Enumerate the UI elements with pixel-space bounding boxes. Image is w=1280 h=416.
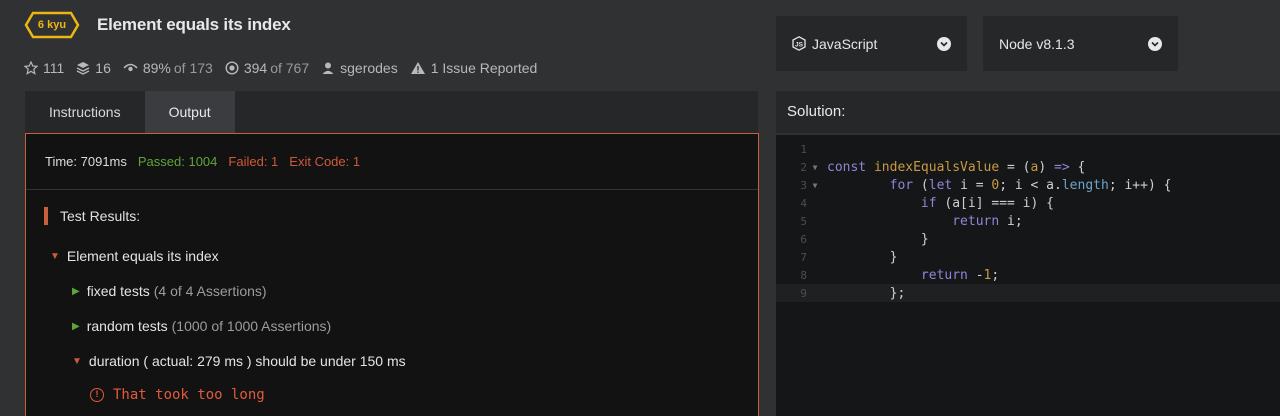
code-line: 7 } (776, 248, 1280, 266)
alert-circle-icon: ! (90, 388, 104, 402)
code-line: 8 return -1; (776, 266, 1280, 284)
passed-count: Passed: 1004 (137, 154, 218, 169)
line-number: 3 (800, 178, 807, 192)
instructions-output-tabs: Instructions Output (25, 91, 758, 133)
test-suite-row[interactable]: ▼ Element equals its index (50, 248, 219, 264)
stars-count: 111 (43, 60, 65, 76)
code-line: 4 if (a[i] === i) { (776, 194, 1280, 212)
code-line-active: 9 }; (776, 284, 1280, 302)
solution-header: Solution: (776, 91, 1280, 133)
line-number: 9 (800, 286, 807, 300)
rank-label: 6 kyu (37, 19, 67, 31)
collections-count: 16 (95, 60, 111, 76)
test-suite-name: Element equals its index (66, 248, 219, 264)
caret-right-icon: ▶ (72, 285, 80, 297)
line-number: 2 (800, 160, 807, 174)
chevron-down-icon (1148, 36, 1162, 51)
completed-stat: 394 of 767 (225, 60, 309, 76)
run-summary: Time: 7091ms Passed: 1004 Failed: 1 Exit… (26, 134, 758, 190)
test-detail: (1000 of 1000 Assertions) (171, 318, 332, 334)
run-time: Time: 7091ms (45, 154, 127, 169)
stars-stat[interactable]: 111 (24, 60, 64, 76)
exit-code: Exit Code: 1 (289, 154, 361, 169)
fold-arrow-icon[interactable]: ▼ (809, 163, 821, 172)
version-label: Node v8.1.3 (999, 35, 1075, 52)
satisfaction-pct: 89% (142, 60, 171, 76)
line-number: 6 (800, 232, 807, 246)
test-name: random tests (86, 318, 168, 334)
heading-accent-bar (44, 207, 48, 225)
author-name: sgerodes (340, 60, 398, 76)
thumbs-up-icon (123, 63, 138, 72)
completed-count: 394 (243, 60, 268, 76)
author-stat[interactable]: sgerodes (321, 60, 398, 76)
collections-stat[interactable]: 16 (76, 60, 111, 76)
issues-text: 1 Issue Reported (430, 60, 538, 76)
tab-output[interactable]: Output (144, 91, 235, 133)
star-icon (24, 61, 38, 75)
line-number: 8 (800, 268, 807, 282)
test-name: duration ( actual: 279 ms ) should be un… (88, 353, 406, 369)
svg-text:JS: JS (795, 42, 804, 49)
target-icon (225, 61, 239, 75)
fold-arrow-icon[interactable]: ▼ (809, 181, 821, 190)
error-message: ! That took too long (90, 387, 265, 403)
test-row[interactable]: ▶ fixed tests (4 of 4 Assertions) (72, 283, 267, 299)
caret-down-icon: ▼ (50, 250, 60, 262)
kata-stats: 111 16 89% of 173 394 of 767 sgerodes 1 … (24, 58, 549, 78)
warning-icon (410, 62, 425, 74)
layers-icon (76, 62, 90, 75)
output-panel: Time: 7091ms Passed: 1004 Failed: 1 Exit… (25, 133, 759, 416)
language-label: JavaScript (812, 35, 878, 52)
test-row[interactable]: ▶ random tests (1000 of 1000 Assertions) (72, 318, 331, 334)
kata-title: Element equals its index (97, 15, 291, 34)
caret-right-icon: ▶ (72, 320, 80, 332)
test-name: fixed tests (86, 283, 150, 299)
version-dropdown[interactable]: Node v8.1.3 (983, 16, 1178, 71)
kata-page: 6 kyu Element equals its index 111 16 89… (0, 0, 1280, 416)
test-row[interactable]: ▼ duration ( actual: 279 ms ) should be … (72, 353, 406, 369)
test-results-title: Test Results: (60, 208, 141, 224)
error-text: That took too long (113, 387, 265, 403)
line-number: 7 (800, 250, 807, 264)
code-line: 2 ▼ const indexEqualsValue = (a) => { (776, 158, 1280, 176)
caret-down-icon: ▼ (72, 355, 82, 367)
javascript-icon: JS (792, 36, 806, 51)
test-detail: (4 of 4 Assertions) (153, 283, 267, 299)
code-line: 5 return i; (776, 212, 1280, 230)
code-line: 3 ▼ for (let i = 0; i < a.length; i++) { (776, 176, 1280, 194)
code-line: 6 } (776, 230, 1280, 248)
satisfaction-total: of 173 (173, 60, 213, 76)
failed-count: Failed: 1 (228, 154, 279, 169)
completed-total: of 767 (270, 60, 310, 76)
user-icon (322, 62, 334, 74)
line-number: 4 (800, 196, 807, 210)
satisfaction-stat: 89% of 173 (123, 60, 213, 76)
code-editor[interactable]: 1 2 ▼ const indexEqualsValue = (a) => { 3 ▼… (776, 135, 1280, 416)
line-number: 5 (800, 214, 807, 228)
issues-stat[interactable]: 1 Issue Reported (410, 60, 538, 76)
rank-badge: 6 kyu (24, 11, 80, 39)
code-line: 1 (776, 140, 1280, 158)
line-number: 1 (800, 142, 807, 156)
language-dropdown[interactable]: JS JavaScript (776, 16, 967, 71)
chevron-down-icon (937, 36, 951, 51)
test-results-heading: Test Results: (44, 207, 140, 225)
tab-instructions[interactable]: Instructions (25, 91, 145, 133)
